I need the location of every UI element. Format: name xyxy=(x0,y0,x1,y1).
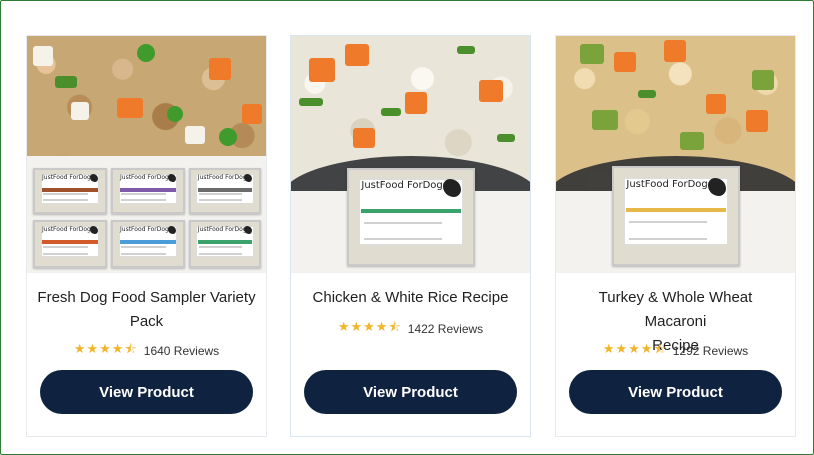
package: JustFood ForDogs xyxy=(33,168,107,214)
package: JustFood ForDogs xyxy=(111,220,185,268)
star-rating-icon: ★★★★⯪ xyxy=(73,342,138,357)
product-image-chicken-rice[interactable]: JustFood ForDogs xyxy=(291,36,530,273)
package: JustFood ForDogs xyxy=(189,168,261,214)
page-frame: JustFood ForDogs JustFood ForDogs JustFo… xyxy=(0,0,814,455)
star-rating-icon: ★★★★⯪ xyxy=(602,342,667,357)
product-title-line: Pack xyxy=(129,313,164,330)
package: JustFood ForDogs xyxy=(33,220,107,268)
product-title[interactable]: Chicken & White Rice Recipe xyxy=(291,286,530,310)
view-product-button[interactable]: View Product xyxy=(569,370,782,414)
product-card-sampler[interactable]: JustFood ForDogs JustFood ForDogs JustFo… xyxy=(26,35,267,437)
rating[interactable]: ★★★★⯪ 1640 Reviews xyxy=(27,340,266,362)
package: JustFood ForDogs xyxy=(347,168,475,266)
product-title-line: Fresh Dog Food Sampler Variety xyxy=(37,289,256,306)
product-card-turkey-macaroni[interactable]: JustFood ForDogs Turkey & Whole Wheat Ma… xyxy=(555,35,796,437)
view-product-button[interactable]: View Product xyxy=(304,370,517,414)
product-image-sampler[interactable]: JustFood ForDogs JustFood ForDogs JustFo… xyxy=(27,36,266,273)
rating[interactable]: ★★★★⯪ 1422 Reviews xyxy=(291,318,530,340)
package: JustFood ForDogs xyxy=(111,168,185,214)
package: JustFood ForDogs xyxy=(612,166,740,266)
view-product-button[interactable]: View Product xyxy=(40,370,253,414)
product-card-chicken-rice[interactable]: JustFood ForDogs Chicken & White Rice Re… xyxy=(290,35,531,437)
review-count: 1422 Reviews xyxy=(407,322,484,336)
review-count: 1640 Reviews xyxy=(143,344,220,358)
rating[interactable]: ★★★★⯪ 1292 Reviews xyxy=(556,340,795,362)
product-title-line: Turkey & Whole Wheat Macaroni xyxy=(598,289,753,330)
product-title[interactable]: Fresh Dog Food Sampler Variety Pack xyxy=(27,286,266,334)
review-count: 1292 Reviews xyxy=(672,344,749,358)
package: JustFood ForDogs xyxy=(189,220,261,268)
star-rating-icon: ★★★★⯪ xyxy=(337,320,402,335)
product-title-line: Chicken & White Rice Recipe xyxy=(312,289,509,306)
product-image-turkey-macaroni[interactable]: JustFood ForDogs xyxy=(556,36,795,273)
